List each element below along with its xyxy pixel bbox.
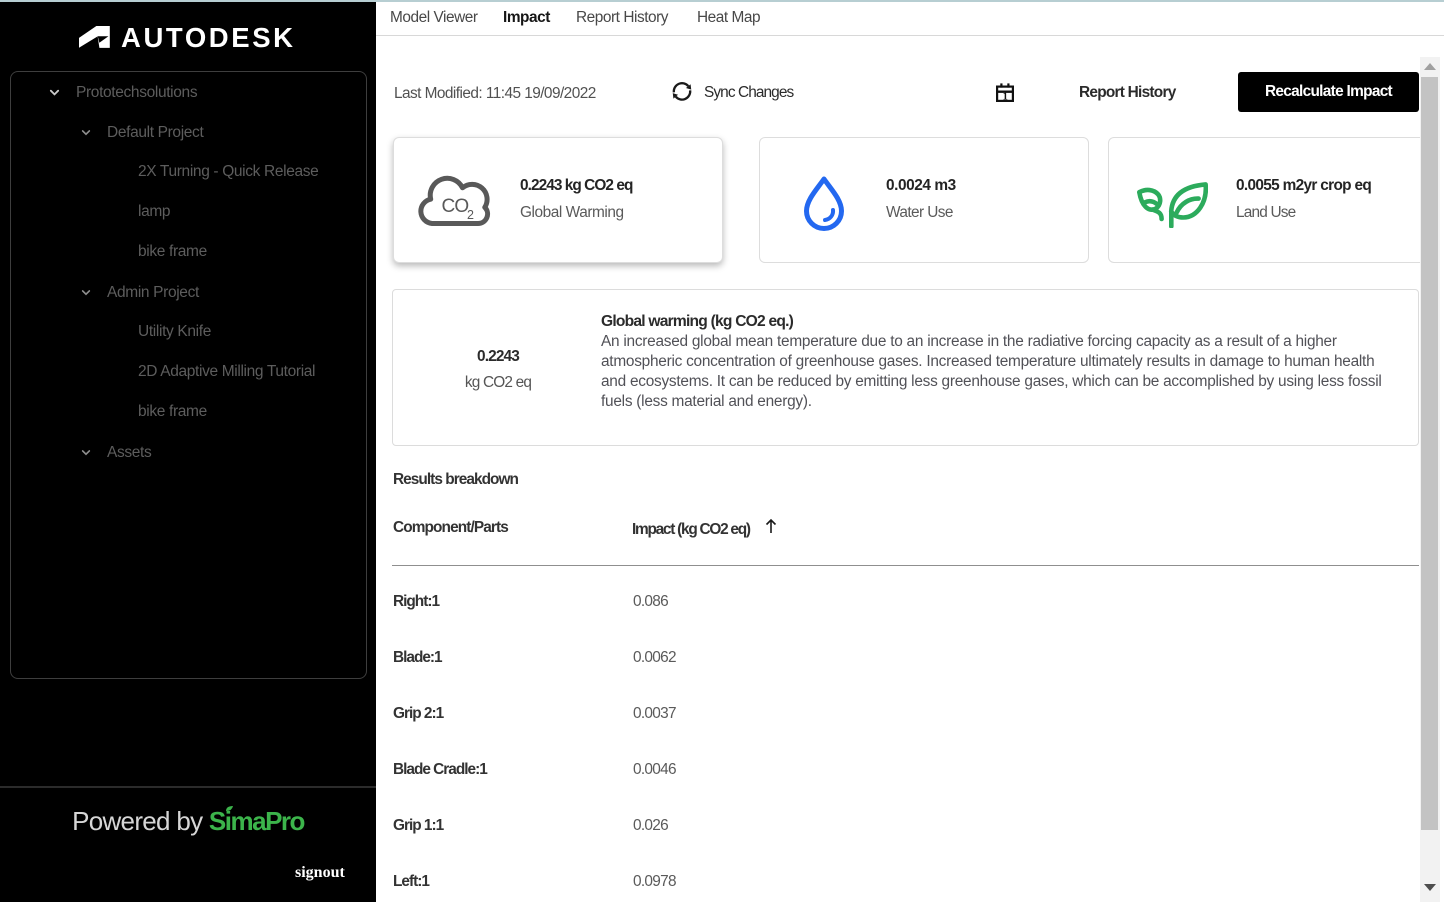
svg-text:2: 2 — [467, 208, 474, 222]
svg-text:CO: CO — [442, 196, 469, 217]
svg-text:1: 1 — [1003, 91, 1008, 102]
